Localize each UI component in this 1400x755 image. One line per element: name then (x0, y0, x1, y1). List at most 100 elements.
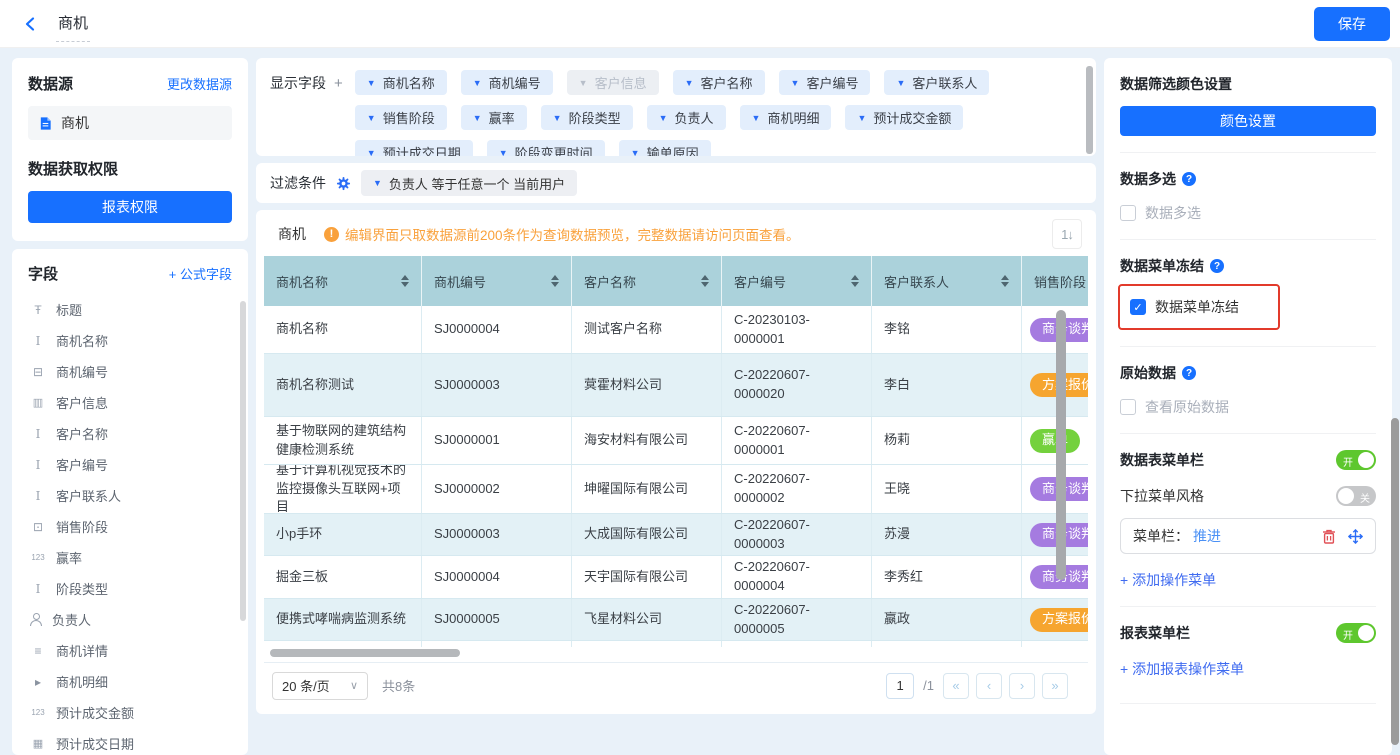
question-icon[interactable] (1182, 172, 1196, 186)
table-cell: SJ0000003 (422, 514, 572, 555)
checkbox-icon[interactable] (1120, 205, 1136, 221)
gear-icon[interactable] (336, 176, 351, 191)
multi-select-checkbox[interactable]: 数据多选 (1120, 203, 1376, 223)
column-header[interactable]: 销售阶段 (1022, 256, 1088, 306)
change-datasource-link[interactable]: 更改数据源 (167, 74, 232, 93)
table-row: 基于计算机视觉技术的监控摄像头互联网+项目 SJ0000002 坤曜国际有限公司… (264, 465, 1088, 514)
back-icon[interactable] (20, 13, 42, 35)
checkbox-icon[interactable] (1120, 399, 1136, 415)
field-item[interactable]: 阶段类型 (30, 573, 248, 604)
sort-caret-icon[interactable] (701, 275, 709, 287)
table-menu-toggle[interactable]: 开 (1336, 450, 1376, 470)
report-permission-button[interactable]: 报表权限 (28, 191, 232, 223)
first-page-button[interactable] (943, 673, 969, 699)
display-field-chip[interactable]: ▼客户联系人 (884, 70, 989, 95)
add-report-menu-link[interactable]: + 添加报表操作菜单 (1120, 659, 1244, 679)
column-header[interactable]: 客户名称 (572, 256, 722, 306)
display-field-chip[interactable]: ▼负责人 (647, 105, 726, 130)
display-field-chip[interactable]: ▼商机名称 (355, 70, 447, 95)
add-action-menu-link[interactable]: + 添加操作菜单 (1120, 570, 1216, 590)
table-cell: 天宇国际有限公司 (572, 556, 722, 598)
column-header[interactable]: 客户编号 (722, 256, 872, 306)
scrollbar-thumb[interactable] (1056, 310, 1066, 580)
column-header[interactable]: 商机编号 (422, 256, 572, 306)
raw-data-checkbox[interactable]: 查看原始数据 (1120, 397, 1376, 417)
question-icon[interactable] (1182, 366, 1196, 380)
page-input[interactable]: 1 (886, 673, 914, 699)
table-row: 商机名称 SJ0000004 测试客户名称 C-20230103-0000001… (264, 306, 1088, 354)
display-field-chip[interactable]: ▼客户名称 (673, 70, 765, 95)
sort-caret-icon[interactable] (1001, 275, 1009, 287)
field-item[interactable]: 商机详情 (30, 635, 248, 666)
filter-condition-chip[interactable]: ▼ 负责人 等于任意一个 当前用户 (361, 170, 577, 196)
move-icon[interactable] (1348, 529, 1363, 544)
column-header[interactable]: 客户联系人 (872, 256, 1022, 306)
sort-icon[interactable] (1052, 219, 1082, 249)
field-item[interactable]: 预计成交金额 (30, 697, 248, 728)
question-icon[interactable] (1210, 259, 1224, 273)
add-display-field-button[interactable]: + (334, 75, 343, 92)
table-cell: SJ0000003 (422, 354, 572, 416)
scrollbar-thumb[interactable] (270, 649, 460, 657)
field-item[interactable]: 客户名称 (30, 418, 248, 449)
menu-item-value[interactable]: 推进 (1193, 526, 1221, 546)
menu-freeze-checkbox[interactable] (1130, 299, 1146, 315)
report-menu-toggle[interactable]: 开 (1336, 623, 1376, 643)
dropdown-style-label: 下拉菜单风格 (1120, 486, 1204, 506)
field-item[interactable]: 商机名称 (30, 325, 248, 356)
prev-page-button[interactable] (976, 673, 1002, 699)
dropdown-style-toggle[interactable]: 关 (1336, 486, 1376, 506)
display-field-chip[interactable]: ▼阶段变更时间 (487, 140, 605, 156)
field-item[interactable]: 销售阶段 (30, 511, 248, 542)
page-title: 商机 (56, 6, 90, 42)
page-size-select[interactable]: 20 条/页 ∨ (272, 672, 368, 700)
field-item[interactable]: 负责人 (30, 604, 248, 635)
chevron-down-icon: ▼ (579, 78, 588, 88)
display-field-chip[interactable]: ▼预计成交金额 (845, 105, 963, 130)
chevron-down-icon: ▼ (659, 113, 668, 123)
lookup-icon (30, 396, 46, 409)
field-item[interactable]: 客户信息 (30, 387, 248, 418)
display-fields-label: 显示字段 (270, 73, 326, 93)
scrollbar-thumb[interactable] (1391, 418, 1399, 745)
topbar: 商机 保存 (0, 0, 1400, 48)
last-page-button[interactable] (1042, 673, 1068, 699)
display-field-chip[interactable]: ▼商机编号 (461, 70, 553, 95)
trash-icon[interactable] (1322, 529, 1336, 544)
display-field-chip[interactable]: ▼赢率 (461, 105, 527, 130)
scrollbar-thumb[interactable] (1086, 66, 1093, 154)
toggle-knob (1358, 625, 1374, 641)
display-field-chip[interactable]: ▼预计成交日期 (355, 140, 473, 156)
field-item[interactable]: 商机编号 (30, 356, 248, 387)
fields-title: 字段 (28, 263, 58, 284)
field-item[interactable]: 预计成交日期 (30, 728, 248, 755)
display-field-chip[interactable]: ▼输单原因 (619, 140, 711, 156)
field-item[interactable]: 赢率 (30, 542, 248, 573)
add-formula-field-link[interactable]: + 公式字段 (169, 264, 232, 283)
scrollbar-thumb[interactable] (240, 301, 246, 621)
save-button[interactable]: 保存 (1314, 7, 1390, 41)
field-item[interactable]: 商机明细 (30, 666, 248, 697)
field-item[interactable]: 客户编号 (30, 449, 248, 480)
display-field-chip[interactable]: ▼销售阶段 (355, 105, 447, 130)
display-field-chip[interactable]: ▼客户编号 (779, 70, 871, 95)
field-list: 标题 商机名称 商机编号 客户信息 客户名称 客户编号 客户联系人 销售阶段 赢… (12, 294, 248, 755)
color-settings-button[interactable]: 颜色设置 (1120, 106, 1376, 136)
datasource-item[interactable]: 商机 (28, 106, 232, 140)
column-header[interactable]: 商机名称 (264, 256, 422, 306)
sort-caret-icon[interactable] (551, 275, 559, 287)
table-cell: 李铭 (872, 306, 1022, 353)
menu-item-row[interactable]: 菜单栏： 推进 (1120, 518, 1376, 554)
field-item[interactable]: 标题 (30, 294, 248, 325)
sort-caret-icon[interactable] (401, 275, 409, 287)
table-menu-title: 数据表菜单栏 (1120, 450, 1204, 470)
display-field-chip[interactable]: ▼商机明细 (740, 105, 832, 130)
display-field-chip[interactable]: ▼阶段类型 (541, 105, 633, 130)
table-cell: 方案报价 (1022, 599, 1088, 640)
chevron-down-icon: ▼ (373, 178, 382, 188)
field-item[interactable]: 客户联系人 (30, 480, 248, 511)
sort-caret-icon[interactable] (851, 275, 859, 287)
detail-icon (30, 644, 46, 658)
next-page-button[interactable] (1009, 673, 1035, 699)
table-cell: SJ0000002 (422, 465, 572, 513)
